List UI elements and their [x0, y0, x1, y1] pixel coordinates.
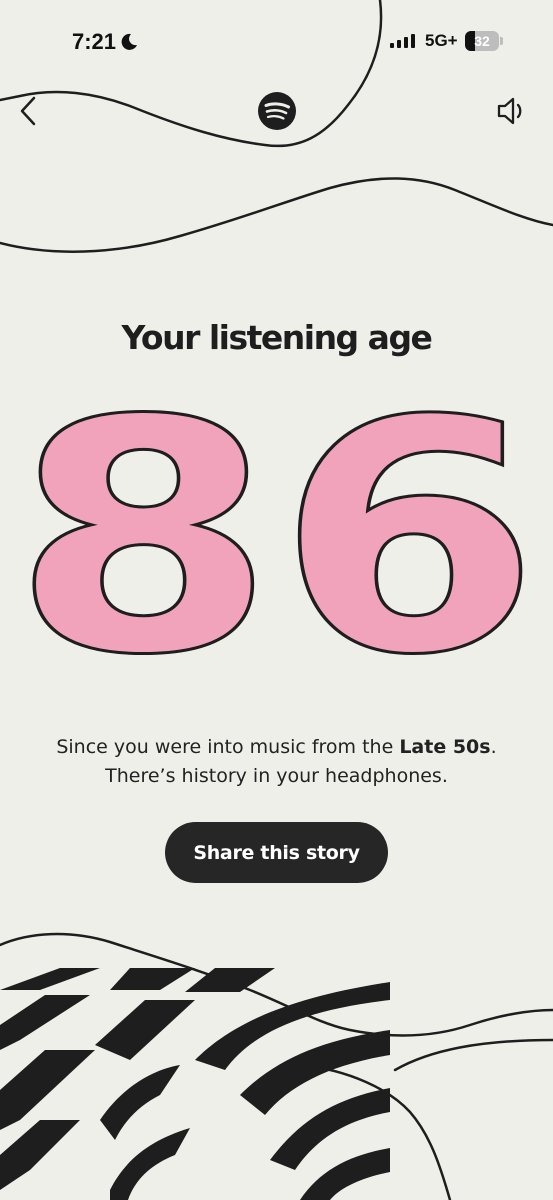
era-label: Late 50s: [399, 736, 491, 758]
chevron-left-icon[interactable]: [14, 94, 44, 128]
spotify-logo-icon: [258, 92, 296, 130]
age-value: 86: [11, 405, 541, 685]
battery-level: 32: [474, 33, 490, 49]
description-line-1: Since you were into music from the Late …: [56, 736, 497, 758]
description-line-2: There’s history in your headphones.: [105, 765, 448, 787]
story-description: Since you were into music from the Late …: [0, 733, 553, 791]
signal-strength-icon: [390, 34, 415, 48]
status-time: 7:21: [72, 29, 117, 54]
battery-cap: [500, 37, 503, 45]
status-bar: 7:21 5G+ 32: [0, 0, 553, 82]
share-story-button[interactable]: Share this story: [165, 822, 388, 883]
battery-icon: 32: [465, 31, 499, 51]
moon-icon: [121, 33, 137, 50]
listening-age-number: 86: [10, 405, 543, 685]
network-type: 5G+: [425, 31, 458, 50]
speaker-icon[interactable]: [494, 94, 530, 128]
story-title: Your listening age: [121, 318, 433, 357]
